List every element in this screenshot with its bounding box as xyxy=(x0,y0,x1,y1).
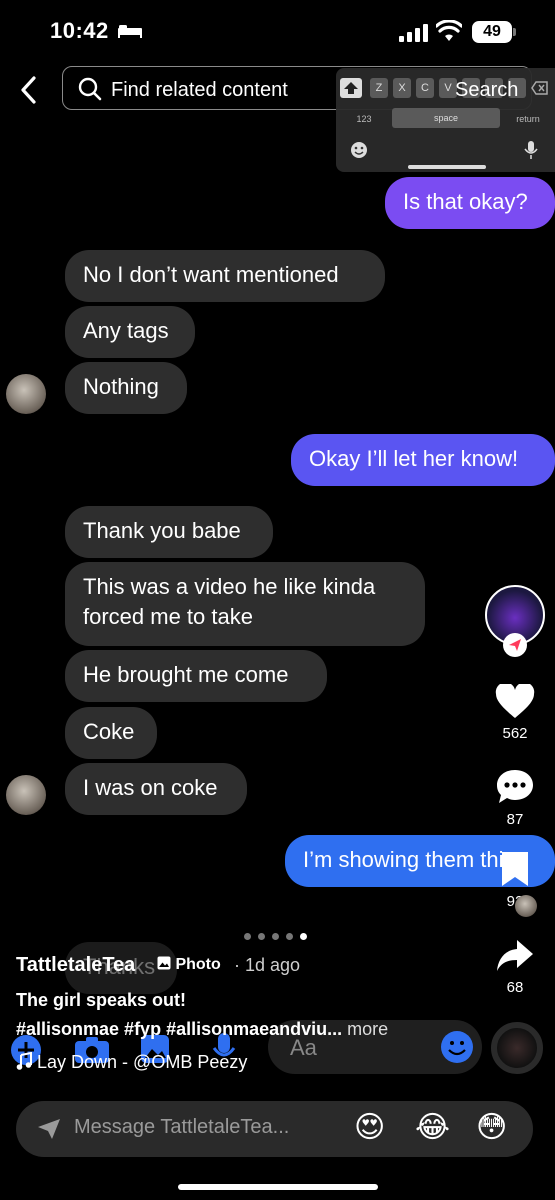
slide-indicator xyxy=(244,927,314,945)
share-count: 68 xyxy=(506,979,524,996)
key-z[interactable]: Z xyxy=(370,78,388,98)
sender-avatar[interactable] xyxy=(6,374,46,414)
share-icon xyxy=(497,940,533,971)
key-return[interactable]: return xyxy=(508,110,548,128)
slide-dot[interactable] xyxy=(244,933,251,940)
music-icon xyxy=(16,1051,32,1070)
post-type-badge: Photo xyxy=(157,956,221,974)
keyboard-home-bar xyxy=(408,165,486,169)
sender-avatar[interactable] xyxy=(6,775,46,815)
battery-nub xyxy=(513,28,516,36)
photo-icon xyxy=(157,956,171,970)
music-title: Lay Down - @OMB Peezy xyxy=(37,1052,248,1072)
message-bubble-received: He brought me come xyxy=(65,650,327,702)
key-space[interactable]: space xyxy=(392,108,500,128)
message-input[interactable]: Message TattletaleTea... xyxy=(74,1116,289,1139)
search-button[interactable]: Search xyxy=(455,79,518,102)
hashtag-text[interactable]: #allisonmae #fyp #allisonmaeandviu... xyxy=(16,1019,342,1039)
more-link[interactable]: more xyxy=(347,1019,388,1039)
share-button[interactable]: 68 xyxy=(485,938,545,996)
emoji-key-icon[interactable] xyxy=(350,141,368,159)
key-x[interactable]: X xyxy=(393,78,411,98)
signal-icon xyxy=(399,24,428,42)
post-author[interactable]: TattletaleTea xyxy=(16,954,135,977)
post-hashtags: #allisonmae #fyp #allisonmaeandviu... mo… xyxy=(16,1019,388,1040)
search-icon xyxy=(78,77,102,101)
message-bubble-received: I was on coke xyxy=(65,763,247,815)
home-indicator xyxy=(178,1184,378,1190)
status-time: 10:42 xyxy=(50,18,109,43)
post-time: · 1d ago xyxy=(234,955,301,975)
mic-key-icon[interactable] xyxy=(524,140,538,160)
slide-dot[interactable] xyxy=(258,933,265,940)
music-info[interactable]: Lay Down - @OMB Peezy xyxy=(16,1051,248,1073)
emoji-button-icon[interactable] xyxy=(440,1030,474,1064)
message-bubble-sent: Is that okay? xyxy=(385,177,555,229)
comment-button[interactable]: 87 xyxy=(485,768,545,828)
slide-dot[interactable] xyxy=(286,933,293,940)
send-icon[interactable] xyxy=(36,1117,62,1141)
shift-icon xyxy=(344,82,358,94)
emoji-flushed-button[interactable]: 😳 xyxy=(476,1110,507,1145)
shift-key[interactable] xyxy=(340,78,362,98)
bed-icon xyxy=(118,25,142,38)
delete-key-icon[interactable] xyxy=(531,80,549,96)
like-button[interactable]: 562 xyxy=(485,682,545,742)
back-icon[interactable] xyxy=(14,72,46,108)
slide-dot-active[interactable] xyxy=(300,933,307,940)
slide-dot[interactable] xyxy=(272,933,279,940)
message-bubble-sent: Okay I’ll let her know! xyxy=(291,434,555,486)
small-avatar xyxy=(515,895,537,917)
message-bubble-received: Nothing xyxy=(65,362,187,414)
heart-icon xyxy=(495,682,535,718)
like-count: 562 xyxy=(502,725,528,742)
message-bubble-received: Thank you babe xyxy=(65,506,273,558)
wifi-icon xyxy=(436,20,462,41)
emoji-heart-eyes-button[interactable]: 😍 xyxy=(354,1110,385,1145)
battery-icon: 49 xyxy=(472,21,512,43)
bookmark-icon xyxy=(502,852,528,886)
music-disc[interactable] xyxy=(491,1022,543,1074)
comment-count: 87 xyxy=(506,811,524,828)
message-bubble-received: No I don’t want mentioned xyxy=(65,250,385,302)
emoji-laugh-button[interactable]: 😂 xyxy=(415,1110,450,1145)
message-bubble-received: Coke xyxy=(65,707,157,759)
search-placeholder: Find related content xyxy=(111,79,288,101)
post-caption: The girl speaks out! xyxy=(16,990,187,1010)
follow-send-icon[interactable] xyxy=(502,632,528,658)
post-type-label: Photo xyxy=(175,956,221,973)
message-bubble-received: This was a video he like kinda forced me… xyxy=(65,562,425,646)
key-123[interactable]: 123 xyxy=(344,110,384,128)
message-bubble-received: Any tags xyxy=(65,306,195,358)
comment-icon xyxy=(497,770,533,803)
key-c[interactable]: C xyxy=(416,78,434,98)
